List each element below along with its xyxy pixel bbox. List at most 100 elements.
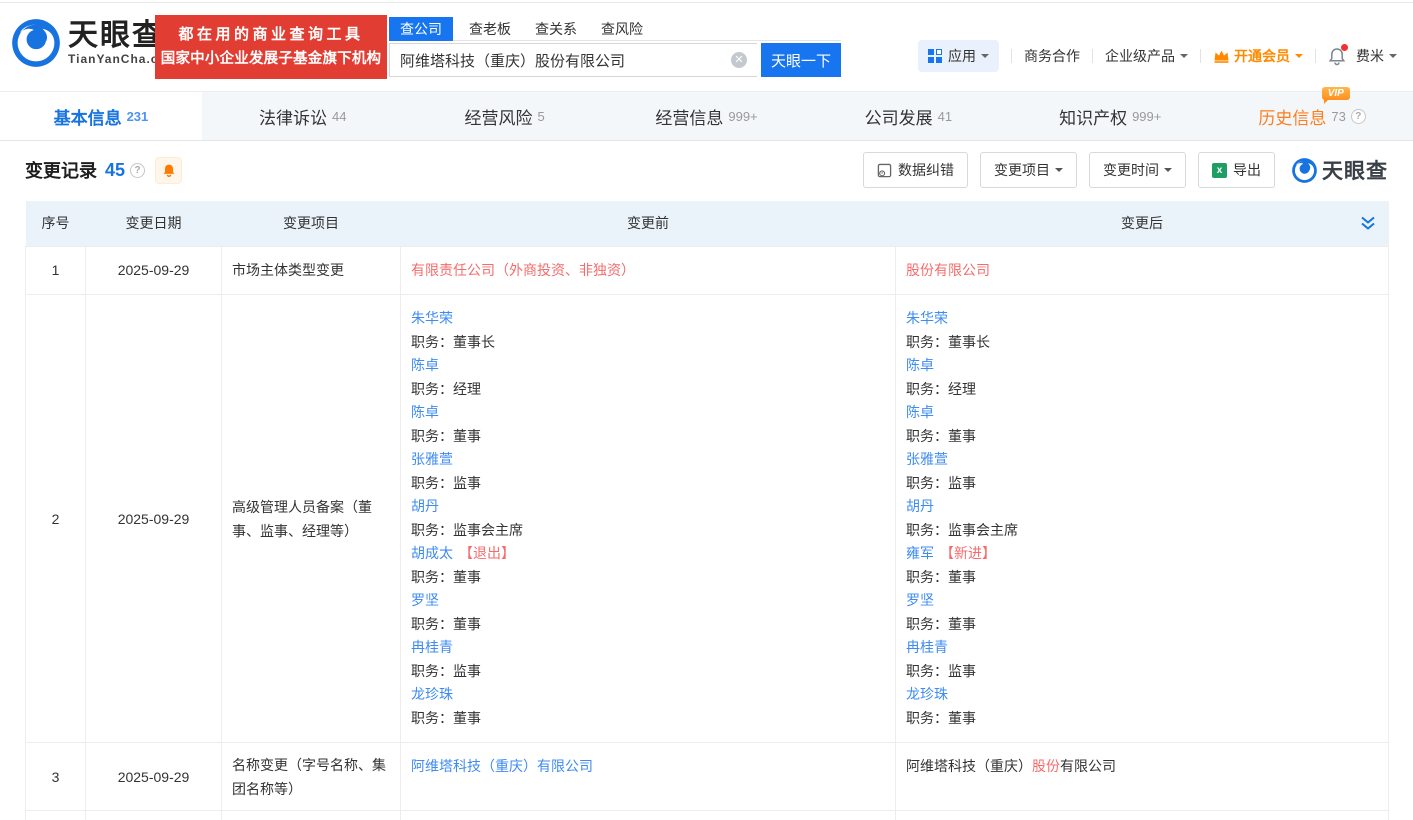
people-list: 朱华荣 职务：董事长 陈卓 职务：经理 陈卓 职务：董事 bbox=[411, 307, 885, 730]
person-role: 职务：董事 bbox=[906, 566, 1378, 590]
notifications-bell[interactable] bbox=[1328, 47, 1346, 66]
tab-basic-info[interactable]: 基本信息 231 bbox=[0, 92, 202, 140]
search-tab-company[interactable]: 查公司 bbox=[389, 17, 453, 41]
nav-divider bbox=[1200, 49, 1201, 63]
search-submit-button[interactable]: 天眼一下 bbox=[761, 43, 841, 77]
person-role: 职务：监事会主席 bbox=[906, 519, 1378, 543]
person-name-link[interactable]: 张雅萱 bbox=[906, 451, 948, 467]
col-seq: 序号 bbox=[26, 201, 86, 246]
person-name-link[interactable]: 张雅萱 bbox=[411, 451, 453, 467]
person-entry: 朱华荣 职务：董事长 bbox=[411, 307, 885, 354]
person-role: 职务：董事 bbox=[906, 425, 1378, 449]
person-role: 职务：监事 bbox=[411, 660, 885, 684]
person-entry: 龙珍珠 职务：董事 bbox=[906, 683, 1378, 730]
chevron-down-icon bbox=[1295, 54, 1303, 62]
col-date: 变更日期 bbox=[86, 201, 222, 246]
tab-operation-risk[interactable]: 经营风险 5 bbox=[404, 92, 606, 140]
person-role: 职务：董事长 bbox=[411, 331, 885, 355]
help-icon[interactable]: ? bbox=[1351, 109, 1366, 124]
username: 费米 bbox=[1356, 46, 1384, 66]
table-toolbar: 数据纠错 变更项目 变更时间 x 导出 天眼查 bbox=[851, 152, 1388, 188]
search-tabs: 查公司 查老板 查关系 查风险 bbox=[389, 17, 841, 41]
person-role: 职务：监事 bbox=[411, 472, 885, 496]
tab-count: 44 bbox=[332, 109, 346, 124]
search-tab-risk[interactable]: 查风险 bbox=[601, 17, 643, 41]
tab-history-info[interactable]: VIP 历史信息 73 ? bbox=[1211, 92, 1413, 140]
bell-icon bbox=[162, 163, 176, 178]
search-tab-boss[interactable]: 查老板 bbox=[469, 17, 511, 41]
person-role: 职务：经理 bbox=[411, 378, 885, 402]
person-name-link[interactable]: 陈卓 bbox=[411, 404, 439, 420]
person-name-link[interactable]: 陈卓 bbox=[411, 357, 439, 373]
person-name-link[interactable]: 雍军 bbox=[906, 545, 934, 561]
person-role: 职务：董事 bbox=[906, 613, 1378, 637]
tab-count: 41 bbox=[938, 109, 952, 124]
change-item-label: 变更项目 bbox=[994, 160, 1050, 180]
person-name-link[interactable]: 胡丹 bbox=[906, 498, 934, 514]
tab-label: 法律诉讼 bbox=[259, 104, 327, 129]
nav-divider bbox=[1011, 49, 1012, 63]
row-after: 阿维塔科技（重庆）股份有限公司 bbox=[896, 743, 1389, 811]
person-role: 职务：董事 bbox=[906, 707, 1378, 731]
apps-menu[interactable]: 应用 bbox=[918, 40, 999, 72]
watermark-text: 天眼查 bbox=[1322, 155, 1388, 185]
person-name-link[interactable]: 陈卓 bbox=[906, 404, 934, 420]
person-name-link[interactable]: 朱华荣 bbox=[906, 310, 948, 326]
vip-badge: VIP bbox=[1322, 87, 1350, 100]
company-tabs-bar: 基本信息 231 法律诉讼 44 经营风险 5 经营信息 999+ 公司发展 4… bbox=[0, 91, 1413, 141]
row-seq: 2 bbox=[26, 295, 86, 743]
search-area: 查公司 查老板 查关系 查风险 ✕ 天眼一下 bbox=[389, 17, 841, 77]
nav-enterprise[interactable]: 企业级产品 bbox=[1105, 46, 1188, 66]
person-entry: 张雅萱 职务：监事 bbox=[906, 448, 1378, 495]
tab-count: 999+ bbox=[728, 109, 757, 124]
person-name-link[interactable]: 龙珍珠 bbox=[906, 686, 948, 702]
col-item: 变更项目 bbox=[222, 201, 401, 246]
user-menu[interactable]: 费米 bbox=[1356, 46, 1397, 66]
person-entry: 冉桂青 职务：监事 bbox=[411, 636, 885, 683]
row-date: 2025-09-29 bbox=[86, 743, 222, 811]
help-icon[interactable]: ? bbox=[130, 163, 145, 178]
data-correction-button[interactable]: 数据纠错 bbox=[863, 152, 968, 188]
export-button[interactable]: x 导出 bbox=[1198, 152, 1275, 188]
person-name-link[interactable]: 朱华荣 bbox=[411, 310, 453, 326]
export-label: 导出 bbox=[1233, 160, 1261, 180]
person-name-link[interactable]: 罗坚 bbox=[411, 592, 439, 608]
person-name-link[interactable]: 胡成太 bbox=[411, 545, 453, 561]
tab-company-development[interactable]: 公司发展 41 bbox=[807, 92, 1009, 140]
person-name-link[interactable]: 龙珍珠 bbox=[411, 686, 453, 702]
person-role: 职务：监事 bbox=[906, 472, 1378, 496]
person-status-tag: 【退出】 bbox=[459, 545, 515, 561]
collapse-all-icon[interactable] bbox=[1359, 214, 1377, 232]
person-role: 职务：董事 bbox=[411, 425, 885, 449]
person-entry: 胡丹 职务：监事会主席 bbox=[411, 495, 885, 542]
person-entry: 陈卓 职务：董事 bbox=[411, 401, 885, 448]
tab-intellectual-property[interactable]: 知识产权 999+ bbox=[1009, 92, 1211, 140]
person-entry: 张雅萱 职务：监事 bbox=[411, 448, 885, 495]
company-name-link[interactable]: 阿维塔科技（重庆）有限公司 bbox=[411, 758, 593, 774]
tab-legal-proceedings[interactable]: 法律诉讼 44 bbox=[202, 92, 404, 140]
change-time-filter[interactable]: 变更时间 bbox=[1089, 152, 1186, 188]
table-row-partial bbox=[26, 811, 1389, 820]
clear-search-icon[interactable]: ✕ bbox=[731, 52, 747, 68]
person-name-link[interactable]: 罗坚 bbox=[906, 592, 934, 608]
nav-cooperation[interactable]: 商务合作 bbox=[1024, 46, 1080, 66]
chevron-down-icon bbox=[1180, 54, 1188, 62]
nav-open-vip[interactable]: 开通会员 bbox=[1213, 46, 1303, 66]
tab-operation-info[interactable]: 经营信息 999+ bbox=[606, 92, 808, 140]
row-seq: 1 bbox=[26, 246, 86, 295]
notification-dot bbox=[1341, 44, 1348, 51]
person-entry: 罗坚 职务：董事 bbox=[411, 589, 885, 636]
subscribe-bell-button[interactable] bbox=[155, 157, 182, 184]
person-entry: 胡丹 职务：监事会主席 bbox=[906, 495, 1378, 542]
person-name-link[interactable]: 胡丹 bbox=[411, 498, 439, 514]
person-name-link[interactable]: 陈卓 bbox=[906, 357, 934, 373]
site-logo[interactable]: 天眼查 TianYanCha.com bbox=[10, 17, 178, 69]
search-input[interactable] bbox=[389, 43, 757, 77]
person-name-link[interactable]: 冉桂青 bbox=[906, 639, 948, 655]
change-item-filter[interactable]: 变更项目 bbox=[980, 152, 1077, 188]
site-header: 天眼查 TianYanCha.com 都在用的商业查询工具 国家中小企业发展子基… bbox=[0, 3, 1413, 91]
row-after: 股份有限公司 bbox=[896, 246, 1389, 295]
person-name-link[interactable]: 冉桂青 bbox=[411, 639, 453, 655]
search-tab-relation[interactable]: 查关系 bbox=[535, 17, 577, 41]
row-date: 2025-09-29 bbox=[86, 246, 222, 295]
